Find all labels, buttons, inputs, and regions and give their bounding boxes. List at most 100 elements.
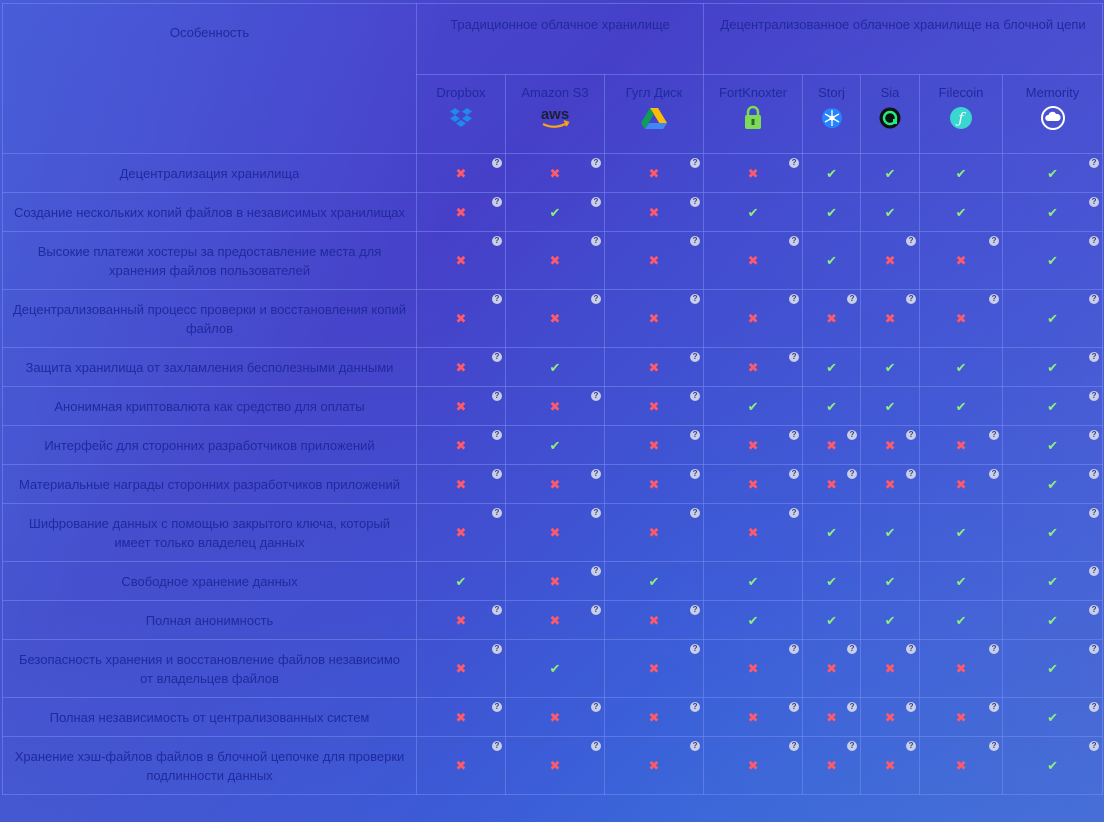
- comparison-cell: ✖?: [860, 464, 921, 504]
- comparison-cell: ✖?: [919, 464, 1004, 504]
- help-icon[interactable]: ?: [989, 469, 1000, 479]
- help-icon[interactable]: ?: [989, 236, 1000, 246]
- help-icon[interactable]: ?: [906, 644, 917, 654]
- cross-icon: ✖: [455, 311, 467, 326]
- help-icon[interactable]: ?: [492, 644, 502, 654]
- check-icon: ✔: [549, 437, 561, 453]
- help-icon[interactable]: ?: [847, 294, 858, 304]
- comparison-cell: ✖?: [703, 347, 804, 387]
- help-icon[interactable]: ?: [847, 469, 858, 479]
- help-icon[interactable]: ?: [492, 158, 502, 168]
- help-icon[interactable]: ?: [690, 158, 701, 168]
- dropbox-icon: [417, 105, 505, 131]
- help-icon[interactable]: ?: [591, 605, 601, 615]
- help-icon[interactable]: ?: [847, 741, 858, 751]
- help-icon[interactable]: ?: [690, 197, 701, 207]
- help-icon[interactable]: ?: [591, 236, 601, 246]
- help-icon[interactable]: ?: [847, 702, 858, 712]
- help-icon[interactable]: ?: [789, 741, 800, 751]
- help-icon[interactable]: ?: [789, 430, 800, 440]
- help-icon[interactable]: ?: [690, 236, 701, 246]
- help-icon[interactable]: ?: [492, 508, 502, 518]
- help-icon[interactable]: ?: [906, 430, 917, 440]
- help-icon[interactable]: ?: [591, 566, 601, 576]
- help-icon[interactable]: ?: [591, 197, 601, 207]
- feature-label: Высокие платежи хостеры за предоставлени…: [2, 231, 417, 290]
- help-icon[interactable]: ?: [1089, 469, 1100, 479]
- help-icon[interactable]: ?: [789, 644, 800, 654]
- help-icon[interactable]: ?: [789, 236, 800, 246]
- help-icon[interactable]: ?: [492, 605, 502, 615]
- help-icon[interactable]: ?: [1089, 391, 1100, 401]
- help-icon[interactable]: ?: [989, 702, 1000, 712]
- help-icon[interactable]: ?: [591, 741, 601, 751]
- help-icon[interactable]: ?: [690, 605, 701, 615]
- help-icon[interactable]: ?: [492, 469, 502, 479]
- help-icon[interactable]: ?: [690, 391, 701, 401]
- help-icon[interactable]: ?: [989, 294, 1000, 304]
- help-icon[interactable]: ?: [492, 294, 502, 304]
- help-icon[interactable]: ?: [906, 741, 917, 751]
- cross-icon: ✖: [826, 476, 837, 492]
- help-icon[interactable]: ?: [591, 702, 601, 712]
- help-icon[interactable]: ?: [789, 158, 800, 168]
- help-icon[interactable]: ?: [789, 702, 800, 712]
- comparison-cell: ✖?: [416, 231, 506, 290]
- cross-icon: ✖: [884, 253, 896, 268]
- help-icon[interactable]: ?: [492, 391, 502, 401]
- help-icon[interactable]: ?: [1089, 294, 1100, 304]
- cross-icon: ✖: [648, 709, 660, 725]
- check-icon: ✔: [884, 525, 896, 540]
- help-icon[interactable]: ?: [989, 430, 1000, 440]
- help-icon[interactable]: ?: [492, 702, 502, 712]
- help-icon[interactable]: ?: [1089, 644, 1100, 654]
- help-icon[interactable]: ?: [906, 702, 917, 712]
- help-icon[interactable]: ?: [492, 197, 502, 207]
- help-icon[interactable]: ?: [690, 741, 701, 751]
- help-icon[interactable]: ?: [789, 508, 800, 518]
- help-icon[interactable]: ?: [847, 644, 858, 654]
- help-icon[interactable]: ?: [591, 469, 601, 479]
- check-icon: ✔: [1047, 573, 1058, 589]
- help-icon[interactable]: ?: [591, 391, 601, 401]
- help-icon[interactable]: ?: [906, 469, 917, 479]
- comparison-cell: ✔: [703, 561, 804, 601]
- help-icon[interactable]: ?: [1089, 702, 1100, 712]
- help-icon[interactable]: ?: [1089, 605, 1100, 615]
- help-icon[interactable]: ?: [690, 294, 701, 304]
- help-icon[interactable]: ?: [789, 469, 800, 479]
- help-icon[interactable]: ?: [1089, 352, 1100, 362]
- help-icon[interactable]: ?: [989, 741, 1000, 751]
- help-icon[interactable]: ?: [690, 430, 701, 440]
- help-icon[interactable]: ?: [906, 236, 917, 246]
- help-icon[interactable]: ?: [989, 644, 1000, 654]
- help-icon[interactable]: ?: [1089, 566, 1100, 576]
- help-icon[interactable]: ?: [690, 469, 701, 479]
- help-icon[interactable]: ?: [1089, 741, 1100, 751]
- help-icon[interactable]: ?: [789, 294, 800, 304]
- help-icon[interactable]: ?: [690, 508, 701, 518]
- help-icon[interactable]: ?: [1089, 236, 1100, 246]
- cross-icon: ✖: [648, 311, 660, 326]
- help-icon[interactable]: ?: [906, 294, 917, 304]
- help-icon[interactable]: ?: [1089, 508, 1100, 518]
- help-icon[interactable]: ?: [591, 158, 601, 168]
- help-icon[interactable]: ?: [1089, 158, 1100, 168]
- help-icon[interactable]: ?: [492, 236, 502, 246]
- help-icon[interactable]: ?: [591, 508, 601, 518]
- help-icon[interactable]: ?: [1089, 197, 1100, 207]
- comparison-cell: ✖?: [416, 153, 506, 193]
- help-icon[interactable]: ?: [591, 294, 601, 304]
- check-icon: ✔: [1047, 165, 1058, 181]
- help-icon[interactable]: ?: [847, 430, 858, 440]
- help-icon[interactable]: ?: [690, 644, 701, 654]
- help-icon[interactable]: ?: [1089, 430, 1100, 440]
- help-icon[interactable]: ?: [492, 741, 502, 751]
- comparison-cell: ✔: [505, 347, 605, 387]
- help-icon[interactable]: ?: [492, 352, 502, 362]
- help-icon[interactable]: ?: [690, 352, 701, 362]
- feature-label: Полная независимость от централизованных…: [2, 697, 417, 737]
- help-icon[interactable]: ?: [492, 430, 502, 440]
- help-icon[interactable]: ?: [789, 352, 800, 362]
- help-icon[interactable]: ?: [690, 702, 701, 712]
